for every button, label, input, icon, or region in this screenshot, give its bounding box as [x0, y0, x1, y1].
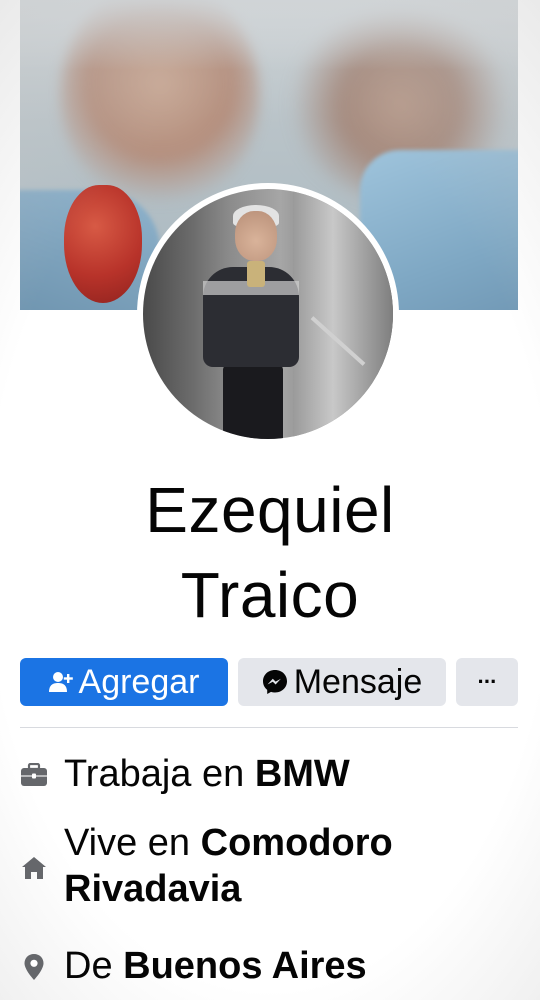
add-friend-button[interactable]: Agregar: [20, 658, 228, 706]
messenger-icon: [262, 669, 288, 695]
work-prefix: Trabaja en: [64, 753, 245, 795]
message-label: Mensaje: [293, 662, 423, 701]
profile-picture[interactable]: [137, 183, 399, 445]
lives-value-2[interactable]: Rivadavia: [64, 868, 241, 910]
profile-actions: Agregar Mensaje ···: [20, 658, 518, 706]
add-friend-label: Agregar: [78, 662, 200, 701]
about-lives: Vive en Comodoro Rivadavia: [18, 820, 393, 912]
location-pin-icon: [18, 953, 50, 981]
from-value[interactable]: Buenos Aires: [123, 945, 367, 987]
more-icon: ···: [477, 669, 498, 694]
about-work: Trabaja en BMW: [18, 751, 350, 797]
briefcase-icon: [18, 763, 50, 787]
lives-value-1[interactable]: Comodoro: [201, 822, 393, 864]
from-prefix: De: [64, 945, 113, 987]
more-options-button[interactable]: ···: [456, 658, 518, 706]
work-value[interactable]: BMW: [255, 753, 350, 795]
profile-name-last: Traico: [180, 559, 360, 631]
message-button[interactable]: Mensaje: [238, 658, 446, 706]
home-icon: [18, 856, 50, 880]
profile-name-first: Ezequiel: [145, 474, 395, 546]
about-from: De Buenos Aires: [18, 943, 367, 989]
divider: [20, 727, 518, 728]
lives-prefix: Vive en: [64, 822, 191, 864]
add-friend-icon: [48, 671, 73, 693]
